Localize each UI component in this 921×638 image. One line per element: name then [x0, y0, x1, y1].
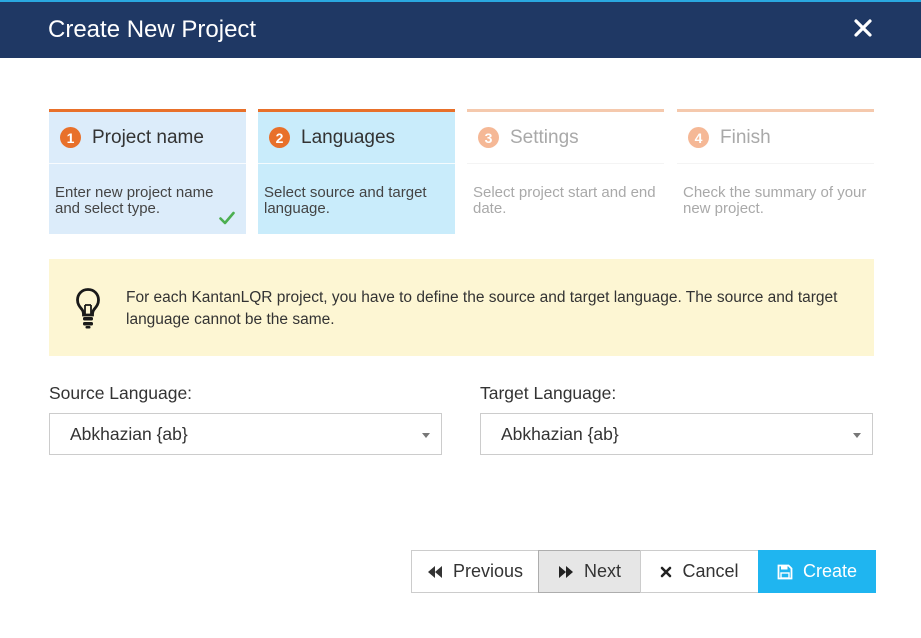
step-description: Select project start and end date.	[473, 184, 656, 217]
step-description: Check the summary of your new project.	[683, 184, 867, 217]
wizard-button-group: Previous Next Cancel Create	[411, 550, 876, 593]
backward-icon	[427, 565, 443, 579]
step-description: Select source and target language.	[264, 184, 427, 217]
forward-icon	[558, 565, 574, 579]
step-number-badge: 3	[478, 127, 499, 148]
source-language-label: Source Language:	[49, 383, 193, 403]
target-language-label: Target Language:	[480, 383, 617, 403]
source-language-value: Abkhazian {ab}	[70, 424, 188, 444]
previous-button-label: Previous	[452, 561, 524, 581]
step-label: Languages	[301, 126, 396, 148]
step-finish[interactable]: 4 Finish Check the summary of your new p…	[677, 109, 874, 234]
step-label: Project name	[92, 126, 204, 148]
next-button[interactable]: Next	[538, 550, 641, 593]
cancel-button-label: Cancel	[682, 561, 739, 581]
step-project-name[interactable]: 1 Project name Enter new project name an…	[49, 109, 246, 234]
lightbulb-icon	[76, 288, 100, 329]
info-tip-box: For each KantanLQR project, you have to …	[49, 259, 874, 356]
step-number-badge: 2	[269, 127, 290, 148]
step-header: 4 Finish	[677, 112, 874, 164]
step-description: Enter new project name and select type.	[55, 184, 214, 217]
close-icon	[660, 566, 672, 578]
create-button-label: Create	[802, 561, 858, 581]
step-label: Settings	[510, 126, 579, 148]
wizard-steps: 1 Project name Enter new project name an…	[49, 109, 874, 234]
dialog-header: Create New Project	[0, 0, 921, 58]
step-header: 3 Settings	[467, 112, 664, 164]
tip-text: For each KantanLQR project, you have to …	[126, 289, 838, 328]
previous-button[interactable]: Previous	[411, 550, 539, 593]
dialog-title: Create New Project	[48, 16, 257, 43]
next-button-label: Next	[583, 561, 621, 581]
cancel-button[interactable]: Cancel	[640, 550, 759, 593]
target-language-select[interactable]: Abkhazian {ab}	[480, 413, 873, 455]
close-icon[interactable]	[851, 16, 875, 40]
caret-down-icon	[422, 433, 430, 438]
step-header: 2 Languages	[258, 112, 455, 164]
step-number-badge: 4	[688, 127, 709, 148]
step-languages[interactable]: 2 Languages Select source and target lan…	[258, 109, 455, 234]
source-language-select[interactable]: Abkhazian {ab}	[49, 413, 442, 455]
step-number-badge: 1	[60, 127, 81, 148]
step-label: Finish	[720, 126, 771, 148]
checkmark-icon	[219, 211, 235, 225]
step-header: 1 Project name	[49, 112, 246, 164]
save-icon	[777, 564, 793, 580]
caret-down-icon	[853, 433, 861, 438]
target-language-value: Abkhazian {ab}	[501, 424, 619, 444]
create-button[interactable]: Create	[758, 550, 876, 593]
step-settings[interactable]: 3 Settings Select project start and end …	[467, 109, 664, 234]
